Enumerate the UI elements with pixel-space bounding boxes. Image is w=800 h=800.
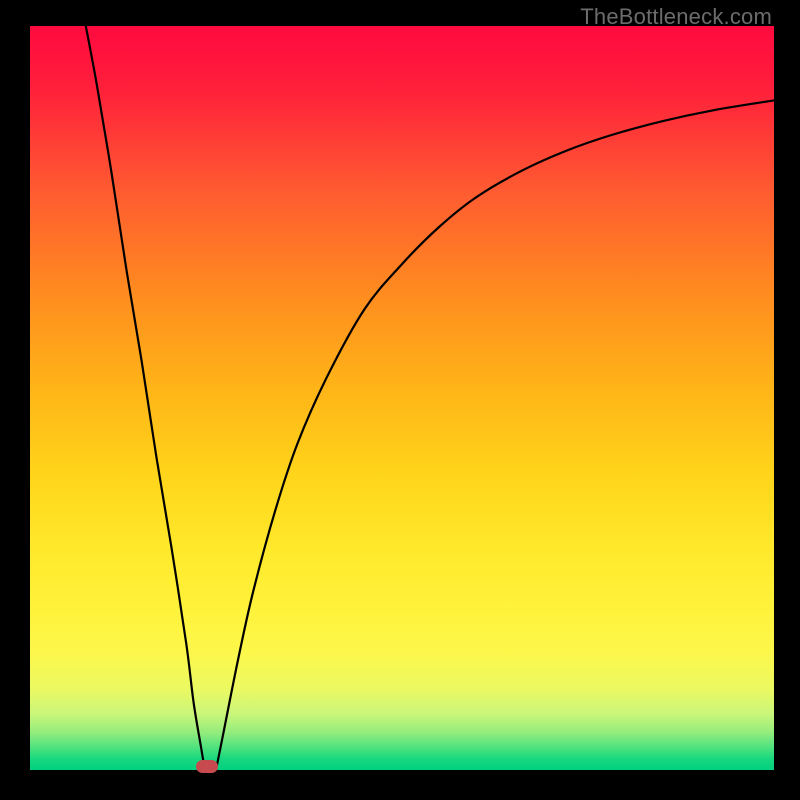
minimum-marker xyxy=(196,760,218,773)
curve-svg xyxy=(30,26,774,770)
chart-frame: TheBottleneck.com xyxy=(0,0,800,800)
curve-right xyxy=(216,100,774,770)
plot-area xyxy=(30,26,774,770)
curve-left xyxy=(86,26,205,770)
